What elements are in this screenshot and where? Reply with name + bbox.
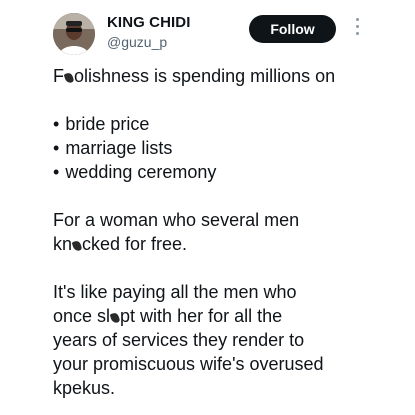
- more-vertical-icon[interactable]: [353, 18, 361, 40]
- tweet-line: kpekus.: [53, 378, 116, 398]
- tweet-line: For a woman who several men: [53, 210, 300, 230]
- bullet-item: wedding ceremony: [53, 160, 403, 184]
- avatar-photo: [53, 13, 95, 55]
- censor-mark: [109, 312, 121, 324]
- tweet-text: Folishness is spending millions on bride…: [53, 64, 403, 400]
- censor-mark: [63, 72, 75, 84]
- tweet-line: kn cked for free.: [53, 234, 188, 254]
- tweet-line: It's like paying all the men who: [53, 282, 297, 302]
- display-name[interactable]: KING CHIDI: [107, 14, 191, 31]
- censor-mark: [71, 240, 83, 252]
- tweet-line: your promiscuous wife's overused: [53, 354, 324, 374]
- bullet-item: marriage lists: [53, 136, 403, 160]
- avatar[interactable]: [53, 13, 95, 55]
- tweet-line: Folishness is spending millions on: [53, 66, 336, 86]
- follow-button[interactable]: Follow: [249, 15, 336, 43]
- tweet-line: years of services they render to: [53, 330, 305, 350]
- tweet-header: KING CHIDI @guzu_p Follow: [0, 0, 415, 68]
- tweet-line: once sl pt with her for all the: [53, 306, 283, 326]
- user-handle[interactable]: @guzu_p: [107, 34, 167, 50]
- bullet-item: bride price: [53, 112, 403, 136]
